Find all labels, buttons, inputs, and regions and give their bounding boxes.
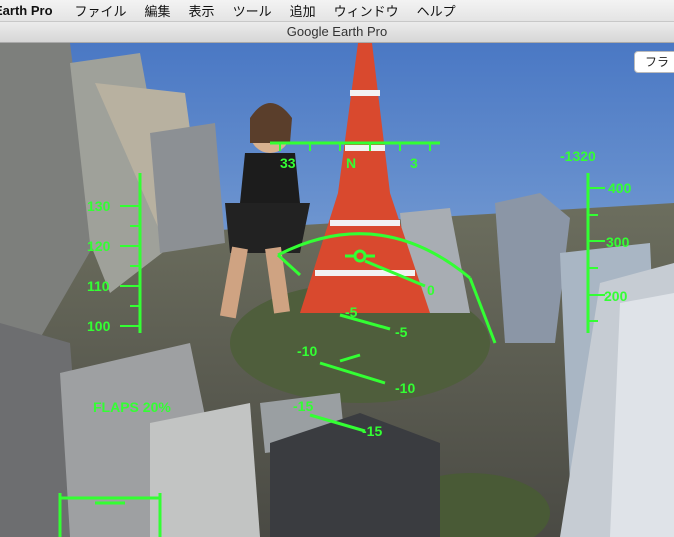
menu-bar: Earth Pro ファイル 編集 表示 ツール 追加 ウィンドウ ヘルプ [0,0,674,22]
heading-left-label: 33 [280,155,296,171]
speed-tick-label: 110 [87,278,110,294]
window-title: Google Earth Pro [0,22,674,43]
speed-tick-label: 120 [87,238,111,254]
vertical-speed-readout: -1320 [560,148,596,164]
app-menu[interactable]: Earth Pro [0,3,53,18]
pitch-label-left: -5 [345,304,358,320]
heading-right-label: 3 [410,155,418,171]
pitch-label-right: 0 [427,282,435,298]
earth-3d-view[interactable]: 33 N 3 130 120 110 100 -1320 400 300 200… [0,43,674,537]
menu-edit[interactable]: 編集 [145,1,171,20]
pitch-label-left: -15 [293,398,313,414]
altitude-tick-label: 200 [604,288,628,304]
menu-view[interactable]: 表示 [189,1,215,20]
speed-tick-label: 130 [87,198,111,214]
speed-tick-label: 100 [87,318,111,334]
menu-window[interactable]: ウィンドウ [334,1,399,20]
menu-tools[interactable]: ツール [233,1,272,20]
pitch-label-left: -10 [297,343,317,359]
flaps-indicator: FLAPS 20% [93,399,171,415]
pitch-label-right: -15 [362,423,382,439]
menu-help[interactable]: ヘルプ [417,1,456,20]
altitude-tick-label: 300 [606,234,630,250]
altitude-tick-label: 400 [608,180,632,196]
menu-file[interactable]: ファイル [75,1,127,20]
hud-labels: 33 N 3 130 120 110 100 -1320 400 300 200… [87,148,632,439]
heading-center-label: N [346,155,356,171]
fly-to-search-box[interactable]: フラ [633,51,674,73]
pitch-label-right: -5 [395,324,408,340]
menu-add[interactable]: 追加 [290,1,316,20]
pitch-label-right: -10 [395,380,415,396]
